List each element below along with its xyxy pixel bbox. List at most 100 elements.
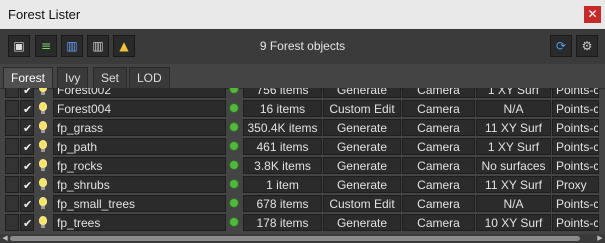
distribution-mode[interactable]: Generate (323, 138, 401, 155)
surfaces-field[interactable]: 1 XY Surf (476, 88, 551, 98)
object-name[interactable]: fp_small_trees (53, 195, 226, 212)
checkmark-icon: ✔ (23, 103, 33, 116)
row-selector[interactable] (5, 214, 19, 231)
object-name[interactable]: fp_trees (53, 214, 226, 231)
tab-forest[interactable]: Forest (3, 67, 54, 88)
title-bar: Forest Lister ✕ (0, 0, 605, 29)
status-dot-icon (227, 157, 241, 174)
settings-button[interactable]: ⚙ (576, 35, 598, 57)
status-dot-icon (227, 88, 241, 98)
row-selector[interactable] (5, 88, 19, 98)
surfaces-field[interactable]: 11 XY Surf (476, 119, 551, 136)
checkmark-icon: ✔ (23, 160, 33, 173)
status-dot-icon (227, 176, 241, 193)
close-button[interactable]: ✕ (584, 6, 601, 23)
light-bulb-icon[interactable] (35, 195, 51, 212)
display-mode[interactable]: Proxy (552, 176, 599, 193)
refresh-icon: ⟳ (555, 39, 567, 53)
tab-lod[interactable]: LOD (129, 67, 170, 88)
distribution-mode[interactable]: Generate (323, 157, 401, 174)
table-row[interactable]: ✔ Forest002 756 items Generate Camera 1 XY Su… (0, 88, 605, 99)
visibility-checkbox[interactable]: ✔ (20, 157, 34, 174)
table-row[interactable]: ✔ fp_rocks 3.8K items Generate Camera No surf… (0, 156, 605, 175)
distribution-mode[interactable]: Generate (323, 176, 401, 193)
surfaces-field[interactable]: 10 XY Surf (476, 214, 551, 231)
scrollbar-thumb[interactable] (10, 236, 580, 241)
light-bulb-icon[interactable] (35, 88, 51, 98)
row-selector[interactable] (5, 157, 19, 174)
light-bulb-icon[interactable] (35, 100, 51, 117)
row-selector[interactable] (5, 176, 19, 193)
surfaces-field[interactable]: N/A (476, 195, 551, 212)
surfaces-field[interactable]: N/A (476, 100, 551, 117)
surfaces-field[interactable]: No surfaces (476, 157, 551, 174)
scroll-left-icon[interactable]: ◀ (1, 234, 9, 243)
table-row[interactable]: ✔ fp_path 461 items Generate Camera 1 XY Surf… (0, 137, 605, 156)
camera-field[interactable]: Camera (402, 88, 475, 98)
status-dot-icon (227, 138, 241, 155)
visibility-checkbox[interactable]: ✔ (20, 88, 34, 98)
table-row[interactable]: ✔ fp_shrubs 1 item Generate Camera 11 XY Surf… (0, 175, 605, 194)
object-name[interactable]: fp_rocks (53, 157, 226, 174)
object-name[interactable]: fp_path (53, 138, 226, 155)
checkmark-icon: ✔ (23, 217, 33, 230)
display-mode[interactable]: Points-c (552, 88, 599, 98)
distribution-mode[interactable]: Custom Edit (323, 100, 401, 117)
scroll-right-icon[interactable]: ▶ (596, 234, 604, 243)
table-row[interactable]: ✔ fp_small_trees 678 items Custom Edit Camer… (0, 194, 605, 213)
display-mode[interactable]: Points-c (552, 157, 599, 174)
light-bulb-icon[interactable] (35, 157, 51, 174)
camera-field[interactable]: Camera (402, 119, 475, 136)
visibility-checkbox[interactable]: ✔ (20, 119, 34, 136)
row-selector[interactable] (5, 195, 19, 212)
camera-field[interactable]: Camera (402, 176, 475, 193)
row-selector[interactable] (5, 119, 19, 136)
distribution-mode[interactable]: Generate (323, 119, 401, 136)
status-dot-icon (227, 195, 241, 212)
camera-field[interactable]: Camera (402, 157, 475, 174)
visibility-checkbox[interactable]: ✔ (20, 176, 34, 193)
horizontal-scrollbar[interactable]: ◀ ▶ (0, 234, 605, 243)
display-mode[interactable]: Points-c (552, 138, 599, 155)
status-dot-icon (227, 119, 241, 136)
object-name[interactable]: Forest002 (53, 88, 226, 98)
table-row[interactable]: ✔ fp_grass 350.4K items Generate Camera 11 XY… (0, 118, 605, 137)
object-name[interactable]: Forest004 (53, 100, 226, 117)
table-row[interactable]: ✔ Forest004 16 items Custom Edit Camera N/A Po… (0, 99, 605, 118)
tab-set[interactable]: Set (93, 67, 128, 88)
display-mode[interactable]: Points-c (552, 100, 599, 117)
camera-field[interactable]: Camera (402, 214, 475, 231)
row-selector[interactable] (5, 138, 19, 155)
object-name[interactable]: fp_grass (53, 119, 226, 136)
row-selector[interactable] (5, 100, 19, 117)
visibility-checkbox[interactable]: ✔ (20, 138, 34, 155)
forest-object-count: 9 Forest objects (259, 39, 346, 53)
visibility-checkbox[interactable]: ✔ (20, 214, 34, 231)
distribution-mode[interactable]: Generate (323, 88, 401, 98)
display-mode[interactable]: Points-c (552, 214, 599, 231)
light-bulb-icon[interactable] (35, 214, 51, 231)
visibility-checkbox[interactable]: ✔ (20, 100, 34, 117)
forest-lister-window: Forest Lister ✕ ▣ ≡ ▥ ▥ ▲ 9 Forest objec… (0, 0, 605, 243)
checkmark-icon: ✔ (23, 122, 33, 135)
camera-field[interactable]: Camera (402, 100, 475, 117)
light-bulb-icon[interactable] (35, 119, 51, 136)
camera-field[interactable]: Camera (402, 138, 475, 155)
surfaces-field[interactable]: 1 XY Surf (476, 138, 551, 155)
refresh-button[interactable]: ⟳ (550, 35, 572, 57)
light-bulb-icon[interactable] (35, 176, 51, 193)
table-row[interactable]: ✔ fp_trees 178 items Generate Camera 10 XY Su… (0, 213, 605, 232)
display-mode[interactable]: Points-c (552, 119, 599, 136)
checkmark-icon: ✔ (23, 141, 33, 154)
forest-list: ✔ Forest002 756 items Generate Camera 1 XY Su… (0, 88, 605, 234)
object-name[interactable]: fp_shrubs (53, 176, 226, 193)
distribution-mode[interactable]: Generate (323, 214, 401, 231)
visibility-checkbox[interactable]: ✔ (20, 195, 34, 212)
camera-field[interactable]: Camera (402, 195, 475, 212)
light-bulb-icon[interactable] (35, 138, 51, 155)
distribution-mode[interactable]: Custom Edit (323, 195, 401, 212)
surfaces-field[interactable]: 11 XY Surf (476, 176, 551, 193)
tab-ivy[interactable]: Ivy (57, 67, 89, 88)
window-title: Forest Lister (8, 7, 81, 22)
display-mode[interactable]: Points-c (552, 195, 599, 212)
